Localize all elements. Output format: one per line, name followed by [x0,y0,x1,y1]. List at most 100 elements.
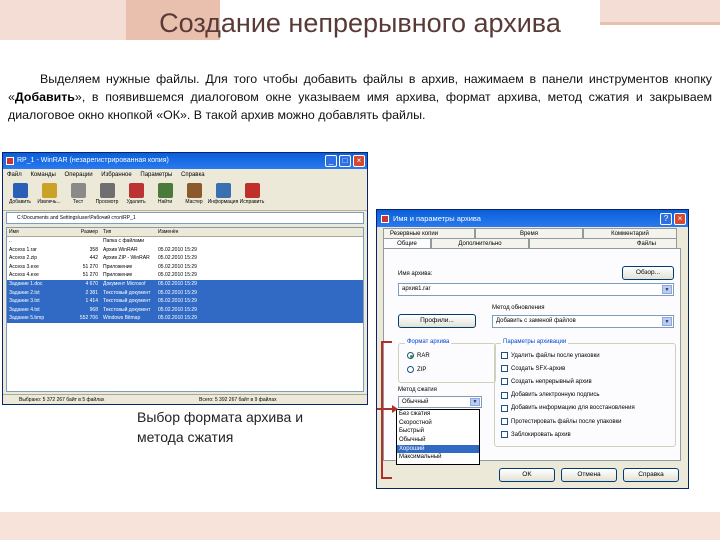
status-selected: Выбрано: 5 372 267 байт в 5 файлах [19,397,105,403]
view-icon [99,183,115,198]
toolbar-button-8[interactable]: Исправить [239,181,265,210]
tab-backup[interactable]: Резервные копии [383,228,475,238]
method-option[interactable]: Максимальный [397,453,479,462]
toolbar-button-6[interactable]: Мастер [181,181,207,210]
help-button[interactable]: Справка [623,468,679,482]
dialog-close-button[interactable]: × [674,213,686,225]
menu-operations[interactable]: Операции [65,172,93,178]
maximize-button[interactable]: □ [339,155,351,167]
status-total: Всего: 5 392 267 байт в 9 файлах [199,397,277,403]
minimize-button[interactable]: _ [325,155,337,167]
profiles-button[interactable]: Профили... [398,314,476,328]
caption-line-1: Выбор формата архива и [137,409,304,425]
method-option[interactable]: Скоростной [397,419,479,428]
format-zip-radio[interactable]: ZIP [407,366,426,373]
close-button[interactable]: × [353,155,365,167]
toolbar-button-label: Мастер [185,199,203,205]
file-row[interactable]: Access 4.exe 51 270 Приложение 05.02.2010 1… [7,271,363,280]
archive-format-title: Формат архива [405,339,452,345]
address-bar[interactable]: C:\Documents and Settings\user\Рабочий с… [6,212,364,224]
winrar-app-icon [6,157,14,165]
compression-method-list[interactable]: Без сжатия Скоростной Быстрый Обычный Хороши… [396,409,480,465]
file-date: 05.02.2010 15:29 [158,272,197,279]
param-checkbox-3[interactable]: Добавить электронную подпись [501,391,600,399]
dialog-titlebar[interactable]: Имя и параметры архива ? × [377,210,688,227]
file-list[interactable]: Имя Размер Тип Изменён .. Папка с файлами… [6,227,364,392]
file-row[interactable]: Задание 4.txt 968 Текстовый документ 05.02.… [7,305,363,315]
file-size: 1 414 [85,298,98,305]
archive-name-input[interactable]: архив1.rar ▼ [398,283,674,296]
file-row[interactable]: Access 3.exe 51 270 Приложение 05.02.2010 1… [7,263,363,272]
update-method-select[interactable]: Добавить с заменой файлов ▼ [492,315,674,328]
tab-time[interactable]: Время [475,228,583,238]
menu-favorites[interactable]: Избранное [101,172,131,178]
find-icon [157,183,173,198]
column-name[interactable]: Имя [7,228,71,236]
browse-button[interactable]: Обзор... [622,266,674,280]
column-type[interactable]: Тип [101,228,156,236]
winrar-titlebar[interactable]: RP_1 - WinRAR (незарегистрированная копи… [3,153,367,169]
toolbar-button-1[interactable]: Извлечь... [36,181,62,210]
tab-comment[interactable]: Комментарий [583,228,677,238]
radio-selected-icon [407,352,414,359]
column-size[interactable]: Размер [71,228,101,236]
toolbar-button-7[interactable]: Информация [208,181,238,210]
method-option[interactable]: Обычный [397,436,479,445]
param-label: Протестировать файлы после упаковки [511,418,622,425]
param-checkbox-1[interactable]: Создать SFX-архив [501,365,565,373]
cancel-button[interactable]: Отмена [561,468,617,482]
file-name: Задание 2.txt [9,289,40,296]
instruction-paragraph: Выделяем нужные файлы. Для того чтобы до… [8,70,712,124]
menu-help[interactable]: Справка [181,172,205,178]
file-row[interactable]: Access 1.rar 358 Архив WinRAR 05.02.2010 15… [7,246,363,255]
file-date: 05.02.2010 15:29 [158,246,197,253]
menu-file[interactable]: Файл [7,172,22,178]
chevron-down-icon[interactable]: ▼ [662,285,672,294]
toolbar-button-5[interactable]: Найти [152,181,178,210]
method-option[interactable]: Хороший [397,444,479,454]
param-checkbox-5[interactable]: Протестировать файлы после упаковки [501,418,622,425]
param-checkbox-6[interactable]: Заблокировать архив [501,431,571,439]
add-archive-icon [12,183,28,198]
dialog-help-icon[interactable]: ? [660,213,672,225]
wizard-icon [186,183,202,198]
file-name: Задание 4.txt [9,306,40,313]
toolbar-button-label: Добавить [8,199,32,205]
extract-icon [41,183,57,198]
menu-options[interactable]: Параметры [140,172,172,178]
param-checkbox-2[interactable]: Создать непрерывный архив [501,378,592,386]
checkbox-icon [501,352,508,359]
file-date: 05.02.2010 15:29 [158,289,197,296]
file-row[interactable]: Задание 2.txt 2 381 Текстовый документ 05.0… [7,288,363,298]
tab-advanced[interactable]: Дополнительно [431,238,529,248]
format-caption: Выбор формата архива и метода сжатия [137,407,303,447]
file-size: 552 706 [79,315,98,322]
repair-icon [244,183,260,198]
file-row[interactable]: .. Папка с файлами [7,237,363,246]
tab-files[interactable]: Файлы [529,238,677,248]
toolbar-button-4[interactable]: Удалить [123,181,149,210]
file-type: Архив ZIP - WinRAR [103,255,150,262]
file-row[interactable]: Задание 1.doc 4 670 Документ Microsof 05.02… [7,279,363,289]
method-option[interactable]: Быстрый [397,427,479,436]
chevron-down-icon[interactable]: ▼ [662,317,672,326]
menu-commands[interactable]: Команды [30,172,55,178]
toolbar-button-3[interactable]: Просмотр [94,181,120,210]
toolbar-button-0[interactable]: Добавить [7,181,33,210]
ok-button[interactable]: OK [499,468,555,482]
compression-method-select[interactable]: Обычный ▼ [398,396,482,408]
column-modified[interactable]: Изменён [156,228,208,236]
param-label: Добавить информацию для восстановления [511,405,635,412]
update-method-value: Добавить с заменой файлов [496,318,576,324]
file-row[interactable]: Access 2.zip 442 Архив ZIP - WinRAR 05.02.2… [7,254,363,263]
toolbar-button-2[interactable]: Тест [65,181,91,210]
format-rar-radio[interactable]: RAR [407,352,430,359]
file-rows: .. Папка с файлами Access 1.rar 358 Архив Wi… [7,237,363,323]
toolbar-button-label: Извлечь... [37,199,61,205]
file-row[interactable]: Задание 3.txt 1 414 Текстовый документ 05.0… [7,297,363,306]
chevron-down-icon[interactable]: ▼ [470,398,480,406]
method-option[interactable]: Без сжатия [397,410,479,419]
param-checkbox-0[interactable]: Удалить файлы после упаковки [501,352,600,359]
param-checkbox-4[interactable]: Добавить информацию для восстановления [501,404,635,412]
file-row[interactable]: Задание 5.bmp 552 706 Windows Bitmap 05.02.… [7,314,363,323]
